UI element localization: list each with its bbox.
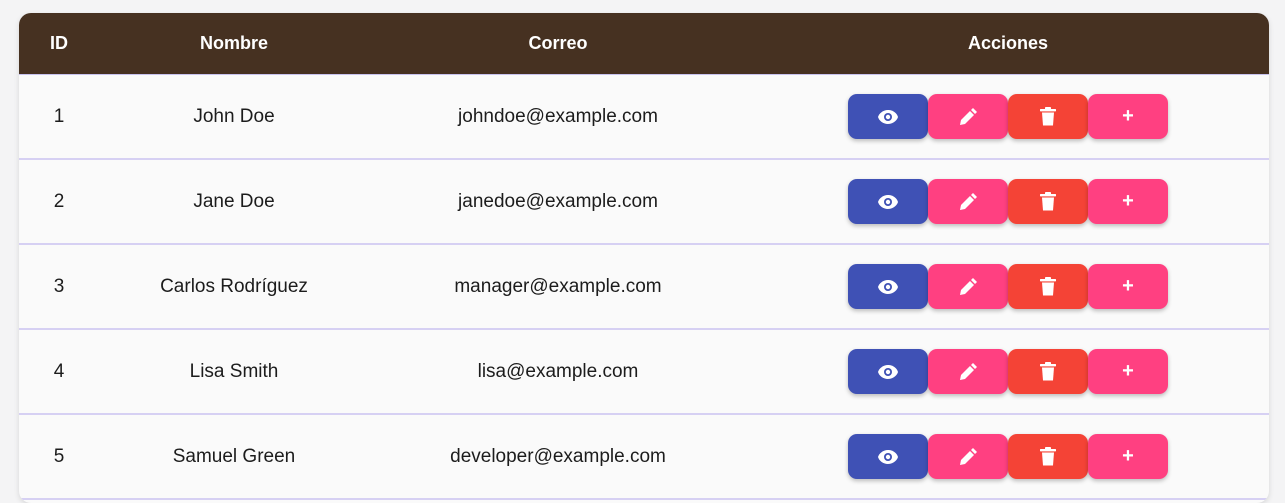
plus-icon: + [1122, 445, 1134, 467]
delete-button[interactable] [1008, 179, 1088, 224]
table-row: 1 John Doe johndoe@example.com + [19, 75, 1269, 160]
table-row: 2 Jane Doe janedoe@example.com + [19, 160, 1269, 245]
cell-email: manager@example.com [454, 275, 662, 297]
eye-icon [878, 279, 898, 294]
add-button[interactable]: + [1088, 349, 1168, 394]
cell-actions: + [747, 434, 1269, 479]
add-button[interactable]: + [1088, 264, 1168, 309]
header-email: Correo [528, 33, 588, 53]
header-name: Nombre [199, 33, 268, 53]
pencil-icon [960, 107, 977, 125]
cell-actions: + [747, 94, 1269, 139]
trash-icon [1040, 447, 1056, 466]
cell-name: Lisa Smith [189, 360, 279, 382]
view-button[interactable] [848, 349, 928, 394]
edit-button[interactable] [928, 179, 1008, 224]
delete-button[interactable] [1008, 264, 1088, 309]
cell-email: janedoe@example.com [458, 190, 658, 212]
pencil-icon [960, 447, 977, 465]
plus-icon: + [1122, 360, 1134, 382]
cell-name: John Doe [193, 105, 275, 127]
eye-icon [878, 109, 898, 124]
trash-icon [1040, 277, 1056, 296]
delete-button[interactable] [1008, 434, 1088, 479]
eye-icon [878, 194, 898, 209]
plus-icon: + [1122, 105, 1134, 127]
view-button[interactable] [848, 434, 928, 479]
cell-id: 5 [53, 445, 65, 467]
header-actions: Acciones [967, 33, 1049, 53]
table-row: 3 Carlos Rodríguez manager@example.com + [19, 245, 1269, 330]
cell-name: Samuel Green [172, 445, 296, 467]
add-button[interactable]: + [1088, 434, 1168, 479]
trash-icon [1040, 362, 1056, 381]
trash-icon [1040, 192, 1056, 211]
cell-name: Jane Doe [193, 190, 275, 212]
table-row: 4 Lisa Smith lisa@example.com + [19, 330, 1269, 415]
add-button[interactable]: + [1088, 94, 1168, 139]
add-button[interactable]: + [1088, 179, 1168, 224]
cell-actions: + [747, 179, 1269, 224]
cell-email: lisa@example.com [477, 360, 639, 382]
delete-button[interactable] [1008, 349, 1088, 394]
table-row: 5 Samuel Green developer@example.com + [19, 415, 1269, 500]
edit-button[interactable] [928, 349, 1008, 394]
pencil-icon [960, 192, 977, 210]
edit-button[interactable] [928, 94, 1008, 139]
eye-icon [878, 449, 898, 464]
cell-id: 4 [53, 360, 65, 382]
pencil-icon [960, 277, 977, 295]
table-header: ID Nombre Correo Acciones [19, 13, 1269, 75]
cell-id: 1 [53, 105, 65, 127]
plus-icon: + [1122, 275, 1134, 297]
eye-icon [878, 364, 898, 379]
cell-actions: + [747, 349, 1269, 394]
pencil-icon [960, 362, 977, 380]
cell-name: Carlos Rodríguez [160, 275, 308, 297]
header-id: ID [50, 33, 68, 53]
delete-button[interactable] [1008, 94, 1088, 139]
edit-button[interactable] [928, 434, 1008, 479]
view-button[interactable] [848, 179, 928, 224]
cell-email: developer@example.com [450, 445, 666, 467]
cell-email: johndoe@example.com [458, 105, 658, 127]
view-button[interactable] [848, 94, 928, 139]
view-button[interactable] [848, 264, 928, 309]
cell-id: 2 [53, 190, 65, 212]
users-table: ID Nombre Correo Acciones 1 John Doe joh… [19, 13, 1269, 503]
plus-icon: + [1122, 190, 1134, 212]
edit-button[interactable] [928, 264, 1008, 309]
trash-icon [1040, 107, 1056, 126]
cell-id: 3 [53, 275, 65, 297]
table-body: 1 John Doe johndoe@example.com + 2 Jane … [19, 75, 1269, 500]
cell-actions: + [747, 264, 1269, 309]
